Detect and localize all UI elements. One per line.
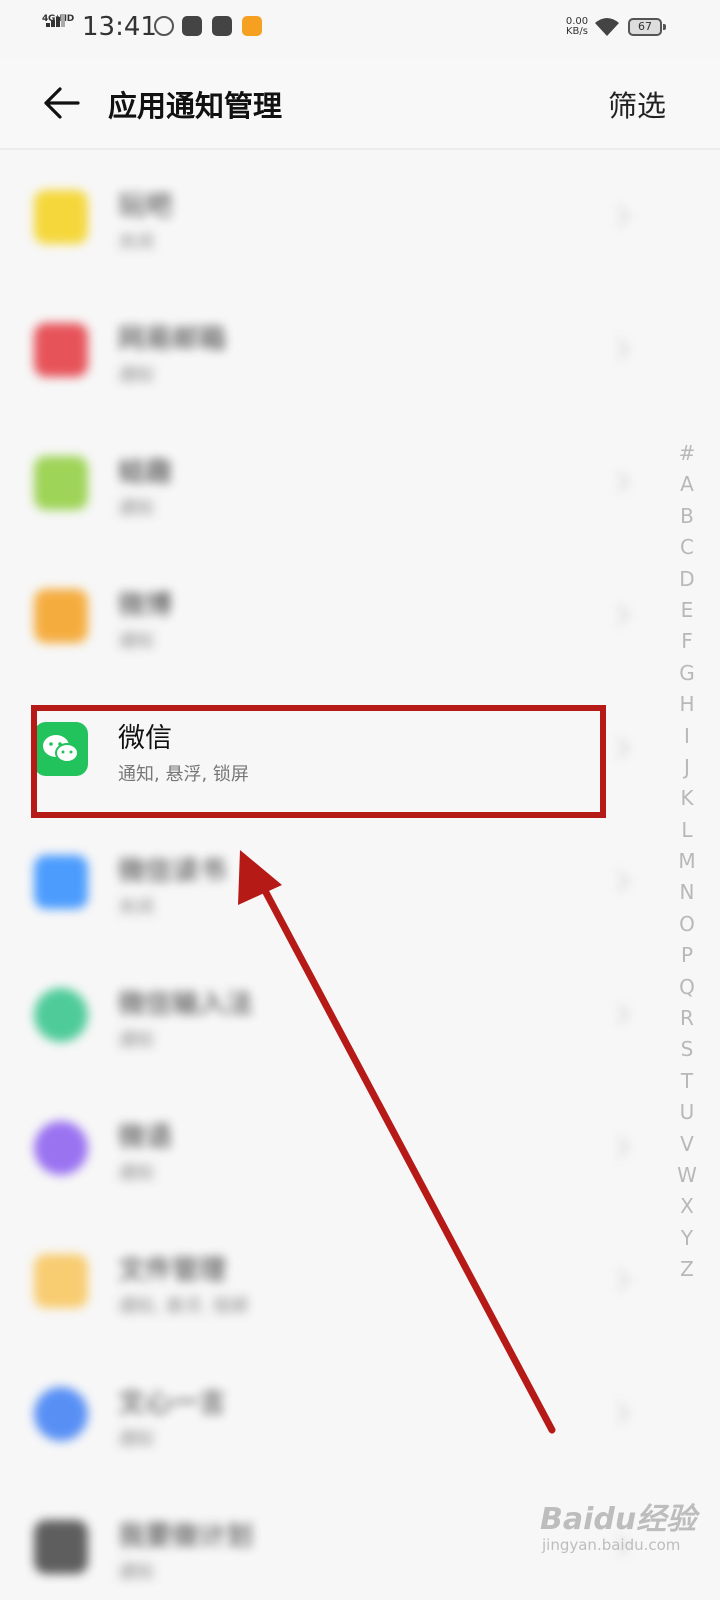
chevron-right-icon (617, 1003, 630, 1025)
app-status: 通知 (118, 1429, 154, 1450)
list-item[interactable]: 微信输入法 通知 (0, 948, 660, 1081)
list-item[interactable]: 网易邮箱 通知 (0, 283, 660, 416)
list-item[interactable]: 文件管理 通知, 悬浮, 锁屏 (0, 1214, 660, 1347)
alphabet-index-letter[interactable]: P (672, 940, 702, 971)
app-name: 我要做计划 (118, 1521, 253, 1552)
list-item[interactable]: 微语 通知 (0, 1081, 660, 1214)
app-status: 通知 (118, 1030, 154, 1051)
app-icon (34, 456, 88, 510)
list-item[interactable]: 蛙趣 通知 (0, 416, 660, 549)
app-icon (34, 1254, 88, 1308)
list-item[interactable]: 微博 通知 (0, 549, 660, 682)
alphabet-index-letter[interactable]: X (672, 1191, 702, 1222)
app-status: 通知 (118, 498, 154, 519)
baidu-jingyan-logo: Baidu经验 (540, 1502, 697, 1537)
chevron-right-icon (617, 338, 630, 360)
app-icon (34, 323, 88, 377)
app-name: 文心一言 (118, 1388, 226, 1419)
app-icon (34, 1520, 88, 1574)
page-title: 应用通知管理 (108, 89, 283, 123)
app-icon (34, 190, 88, 244)
network-speed: 0.00 KB/s (565, 16, 589, 37)
app-status: 通知, 悬浮, 锁屏 (118, 1296, 249, 1317)
alphabet-index-letter[interactable]: J (672, 752, 702, 783)
app-list: 玩吧 关闭 网易邮箱 通知 蛙趣 通知 微博 通知 微信 通知, 悬浮, 锁屏 (0, 150, 720, 1600)
app-name: 微博 (118, 590, 172, 621)
alphabet-index-letter[interactable]: D (672, 564, 702, 595)
watermark: Baidu经验 jingyan.baidu.com (540, 1494, 710, 1574)
app-icon (34, 988, 88, 1042)
alphabet-index-letter[interactable]: Q (672, 972, 702, 1003)
chevron-right-icon (617, 1269, 630, 1291)
alphabet-index-letter[interactable]: S (672, 1034, 702, 1065)
alphabet-index-letter[interactable]: W (672, 1160, 702, 1191)
chevron-right-icon (617, 737, 630, 759)
alphabet-index-letter[interactable]: R (672, 1003, 702, 1034)
weibo-notification-icon (242, 16, 262, 36)
app-name: 网易邮箱 (118, 324, 226, 355)
battery-icon: 67 (628, 18, 666, 36)
arrow-left-icon (44, 87, 80, 119)
alphabet-index-letter[interactable]: B (672, 501, 702, 532)
clock: 13:41 (82, 12, 157, 42)
app-status: 关闭 (118, 232, 154, 253)
app-name: 玩吧 (118, 191, 172, 222)
nfc-icon (154, 16, 174, 36)
video-app-icon-2 (212, 16, 232, 36)
video-app-icon (182, 16, 202, 36)
alphabet-index-letter[interactable]: # (672, 438, 702, 469)
app-name: 微语 (118, 1122, 172, 1153)
wifi-icon (595, 18, 619, 36)
app-icon (34, 1121, 88, 1175)
app-status: 关闭 (118, 897, 154, 918)
alphabet-index-letter[interactable]: F (672, 626, 702, 657)
alphabet-index-letter[interactable]: M (672, 846, 702, 877)
cellular-signal-icon: 4G⁺HD (40, 14, 80, 40)
app-name: 微信读书 (118, 856, 226, 887)
alphabet-index-letter[interactable]: L (672, 815, 702, 846)
back-button[interactable] (36, 80, 88, 126)
alphabet-index-letter[interactable]: C (672, 532, 702, 563)
alphabet-index-letter[interactable]: A (672, 469, 702, 500)
annotation-highlight-box (31, 705, 606, 818)
alphabet-index[interactable]: # A B C D E F G H I J K L M N O P Q R S T U V W X Y Z (672, 438, 702, 1286)
alphabet-index-letter[interactable]: T (672, 1066, 702, 1097)
alphabet-index-letter[interactable]: K (672, 783, 702, 814)
list-item[interactable]: 微信读书 关闭 (0, 815, 660, 948)
app-name: 蛙趣 (118, 457, 172, 488)
status-bar: 4G⁺HD 13:41 0.00 KB/s 67 (0, 0, 720, 58)
app-name: 微信输入法 (118, 989, 253, 1020)
alphabet-index-letter[interactable]: Y (672, 1223, 702, 1254)
app-icon (34, 855, 88, 909)
watermark-url: jingyan.baidu.com (542, 1536, 681, 1554)
app-status: 通知 (118, 1562, 154, 1583)
list-item[interactable]: 文心一言 通知 (0, 1347, 660, 1480)
app-status: 通知 (118, 1163, 154, 1184)
chevron-right-icon (617, 604, 630, 626)
alphabet-index-letter[interactable]: I (672, 721, 702, 752)
chevron-right-icon (617, 1136, 630, 1158)
alphabet-index-letter[interactable]: G (672, 658, 702, 689)
chevron-right-icon (617, 1402, 630, 1424)
app-icon (34, 1387, 88, 1441)
alphabet-index-letter[interactable]: O (672, 909, 702, 940)
chevron-right-icon (617, 870, 630, 892)
app-name: 文件管理 (118, 1255, 226, 1286)
alphabet-index-letter[interactable]: H (672, 689, 702, 720)
app-bar: 应用通知管理 筛选 (0, 58, 720, 148)
alphabet-index-letter[interactable]: E (672, 595, 702, 626)
chevron-right-icon (617, 205, 630, 227)
alphabet-index-letter[interactable]: Z (672, 1254, 702, 1285)
filter-button[interactable]: 筛选 (608, 83, 666, 125)
list-item[interactable]: 玩吧 关闭 (0, 150, 660, 283)
app-status: 通知 (118, 631, 154, 652)
alphabet-index-letter[interactable]: U (672, 1097, 702, 1128)
alphabet-index-letter[interactable]: V (672, 1129, 702, 1160)
app-icon (34, 589, 88, 643)
alphabet-index-letter[interactable]: N (672, 877, 702, 908)
app-status: 通知 (118, 365, 154, 386)
chevron-right-icon (617, 471, 630, 493)
